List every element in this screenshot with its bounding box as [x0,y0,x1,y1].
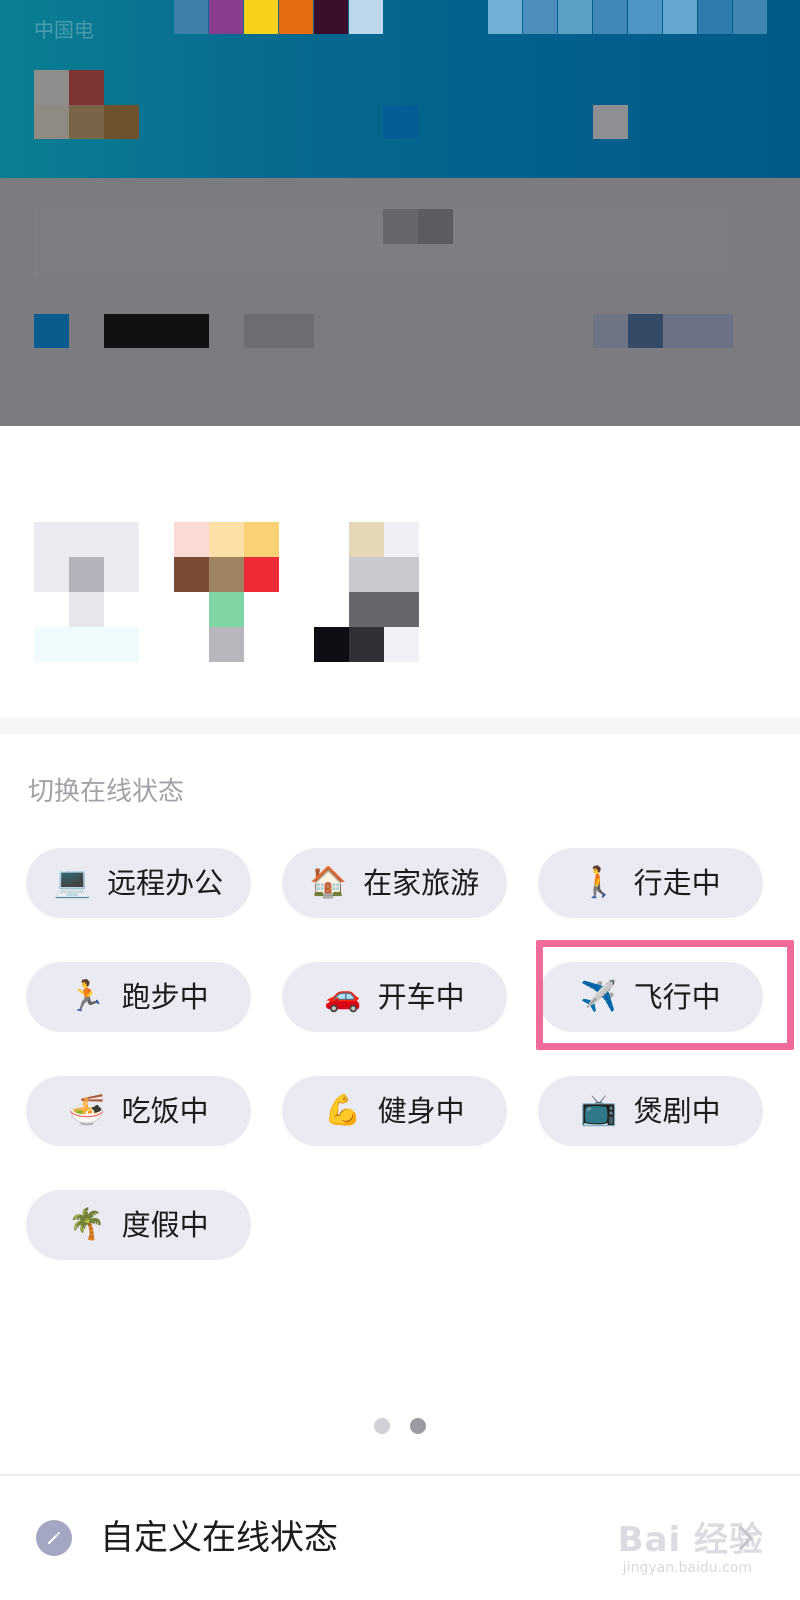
pixel-block [663,0,697,34]
pixel-block [69,557,104,592]
television-icon: 📺 [580,1093,618,1128]
pixel-block [384,627,419,662]
pixel-block [558,0,592,34]
palm-tree-icon: 🌴 [68,1207,106,1242]
pixel-block [593,314,628,348]
pixel-block [279,0,313,34]
pixel-block [34,627,139,662]
status-option-travel-at-home[interactable]: 🏠 在家旅游 [282,848,507,918]
custom-online-status-row[interactable]: 自定义在线状态 Bai 经验 jingyan.baidu.com [0,1476,800,1600]
avatar-pixel [34,70,69,105]
status-option-label: 吃饭中 [121,1094,209,1128]
page-dot-2-active[interactable] [410,1418,426,1434]
pixel-block [488,0,522,34]
pixel-block [349,592,419,627]
pixel-block [383,105,418,139]
pixel-block [244,0,278,34]
pixel-block [384,522,419,557]
avatar-pixel [69,70,104,105]
avatar-pixel [34,105,69,139]
header-banner-obscured: 中国电 [0,0,800,178]
noodle-bowl-icon: 🍜 [68,1093,106,1128]
pixel-block [418,209,453,244]
status-option-working-out[interactable]: 💪 健身中 [282,1076,507,1146]
pixel-block [244,314,314,348]
section-title-switch-status: 切换在线状态 [28,777,185,807]
pixel-block [209,557,244,592]
page-dot-1[interactable] [374,1418,390,1434]
pixel-block [244,522,279,557]
avatar-pixel [104,105,139,139]
chevron-right-icon [739,1526,753,1550]
pixel-block [174,522,209,557]
pixel-block [209,627,244,662]
avatar-pixel [69,105,104,139]
section-divider [0,718,800,734]
pixel-block [209,592,244,627]
pixel-block [174,557,209,592]
airplane-icon: ✈️ [580,979,618,1014]
pixel-block [698,0,732,34]
status-option-label: 开车中 [377,980,465,1014]
status-option-label: 度假中 [121,1208,209,1242]
watermark-url: jingyan.baidu.com [622,1560,752,1576]
status-option-walking[interactable]: 🚶 行走中 [538,848,763,918]
status-option-label: 在家旅游 [363,866,480,900]
pixel-block [383,209,418,244]
pencil-icon [36,1520,72,1556]
pixel-block [593,105,628,139]
pixel-block [628,314,663,348]
pixel-block [593,0,627,34]
pixel-block [523,0,557,34]
running-person-icon: 🏃 [68,979,106,1014]
status-option-label: 远程办公 [107,866,224,900]
pixel-block [663,314,733,348]
status-option-label: 健身中 [377,1094,465,1128]
page-indicator [0,1418,800,1434]
flexed-biceps-icon: 💪 [324,1093,362,1128]
status-option-running[interactable]: 🏃 跑步中 [26,962,251,1032]
dimmed-overlay [0,178,800,426]
pixel-block [174,0,208,34]
custom-status-label: 自定义在线状态 [100,1518,338,1558]
carrier-label: 中国电 [34,18,94,42]
pixel-block [314,627,349,662]
pixel-block [209,522,244,557]
status-option-label: 煲剧中 [633,1094,721,1128]
pixel-block [314,0,348,34]
pixel-block [733,0,767,34]
pixel-block [209,0,243,34]
pixel-block [349,522,384,557]
status-option-remote-work[interactable]: 💻 远程办公 [26,848,251,918]
laptop-icon: 💻 [53,865,92,900]
status-option-label: 行走中 [633,866,721,900]
status-option-label: 跑步中 [121,980,209,1014]
pixel-block [104,314,209,348]
pixel-block [244,557,279,592]
pixel-block [349,627,384,662]
car-icon: 🚗 [324,979,362,1014]
walking-person-icon: 🚶 [580,865,618,900]
status-option-binge-watching[interactable]: 📺 煲剧中 [538,1076,763,1146]
status-option-on-vacation[interactable]: 🌴 度假中 [26,1190,251,1260]
pixel-block [34,314,69,348]
status-option-label: 飞行中 [633,980,721,1014]
status-option-eating[interactable]: 🍜 吃饭中 [26,1076,251,1146]
obscured-content-panel [0,426,800,722]
pixel-block [69,592,104,627]
house-icon: 🏠 [309,865,348,900]
pixel-block [349,557,419,592]
status-option-flying[interactable]: ✈️ 飞行中 [538,962,763,1032]
pixel-block [628,0,662,34]
pixel-block [349,0,383,34]
status-option-driving[interactable]: 🚗 开车中 [282,962,507,1032]
